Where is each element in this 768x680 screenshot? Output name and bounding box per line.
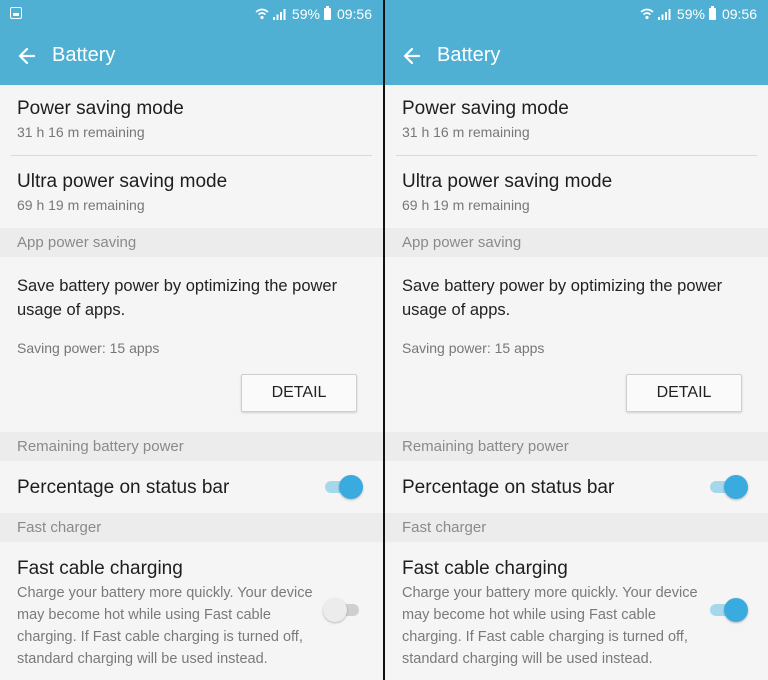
page-title: Battery [437,44,501,66]
app-power-saving-description: Save battery power by optimizing the pow… [402,274,747,322]
detail-button[interactable]: DETAIL [241,374,357,412]
screen-left: 59% 09:56 Battery Power saving mode 31 h… [0,0,383,680]
battery-percentage: 59% [291,6,320,22]
power-saving-mode-remaining: 31 h 16 m remaining [402,124,530,140]
status-bar: 59% 09:56 [0,0,383,28]
toolbar: Battery [0,28,383,85]
battery-icon [708,6,716,20]
section-header-remaining-battery-power: Remaining battery power [0,432,383,461]
section-header-app-power-saving: App power saving [0,228,383,257]
fast-cable-charging-title: Fast cable charging [17,558,183,579]
description-line: Charge your battery more quickly. Your d… [17,585,313,601]
ultra-power-saving-mode-title[interactable]: Ultra power saving mode [402,171,612,193]
page-title: Battery [52,44,116,66]
ultra-power-saving-mode-title[interactable]: Ultra power saving mode [17,171,227,193]
percentage-on-status-bar-label: Percentage on status bar [402,477,615,498]
description-line: standard charging will be used instead. [17,651,268,667]
ultra-power-saving-mode-remaining: 69 h 19 m remaining [17,197,145,213]
description-line: may become hot while using Fast cable [17,607,271,623]
app-power-saving-description: Save battery power by optimizing the pow… [17,274,362,322]
wifi-icon [640,8,654,20]
back-arrow-icon[interactable] [401,45,423,67]
description-line: standard charging will be used instead. [402,651,653,667]
saving-power-count: Saving power: 15 apps [17,340,160,356]
description-line: usage of apps. [17,301,126,319]
ultra-power-saving-mode-remaining: 69 h 19 m remaining [402,197,530,213]
fast-cable-charging-toggle[interactable] [323,598,363,622]
signal-icon [272,9,286,20]
toolbar: Battery [385,28,768,85]
section-header-fast-charger: Fast charger [0,513,383,542]
battery-icon [323,6,331,20]
back-arrow-icon[interactable] [16,45,38,67]
clock: 09:56 [336,6,372,22]
percentage-on-status-bar-label: Percentage on status bar [17,477,230,498]
saving-power-count: Saving power: 15 apps [402,340,545,356]
wifi-icon [255,8,269,20]
section-header-remaining-battery-power: Remaining battery power [385,432,768,461]
description-line: Save battery power by optimizing the pow… [402,277,723,295]
clock: 09:56 [721,6,757,22]
fast-cable-charging-description: Charge your battery more quickly. Your d… [402,582,702,670]
section-header-fast-charger: Fast charger [385,513,768,542]
notification-icon [10,7,22,19]
description-line: charging. If Fast cable charging is turn… [402,629,688,645]
description-line: Charge your battery more quickly. Your d… [402,585,698,601]
signal-icon [657,9,671,20]
screen-right: 59% 09:56 Battery Power saving mode 31 h… [385,0,768,680]
divider [11,155,372,156]
description-line: usage of apps. [402,301,511,319]
power-saving-mode-title[interactable]: Power saving mode [402,98,569,120]
description-line: charging. If Fast cable charging is turn… [17,629,303,645]
power-saving-mode-title[interactable]: Power saving mode [17,98,184,120]
description-line: Save battery power by optimizing the pow… [17,277,338,295]
fast-cable-charging-description: Charge your battery more quickly. Your d… [17,582,317,670]
description-line: may become hot while using Fast cable [402,607,656,623]
fast-cable-charging-title: Fast cable charging [402,558,568,579]
status-bar: 59% 09:56 [385,0,768,28]
detail-button[interactable]: DETAIL [626,374,742,412]
divider [396,155,757,156]
fast-cable-charging-toggle[interactable] [708,598,748,622]
power-saving-mode-remaining: 31 h 16 m remaining [17,124,145,140]
percentage-on-status-bar-toggle[interactable] [708,475,748,499]
percentage-on-status-bar-toggle[interactable] [323,475,363,499]
battery-percentage: 59% [676,6,705,22]
section-header-app-power-saving: App power saving [385,228,768,257]
